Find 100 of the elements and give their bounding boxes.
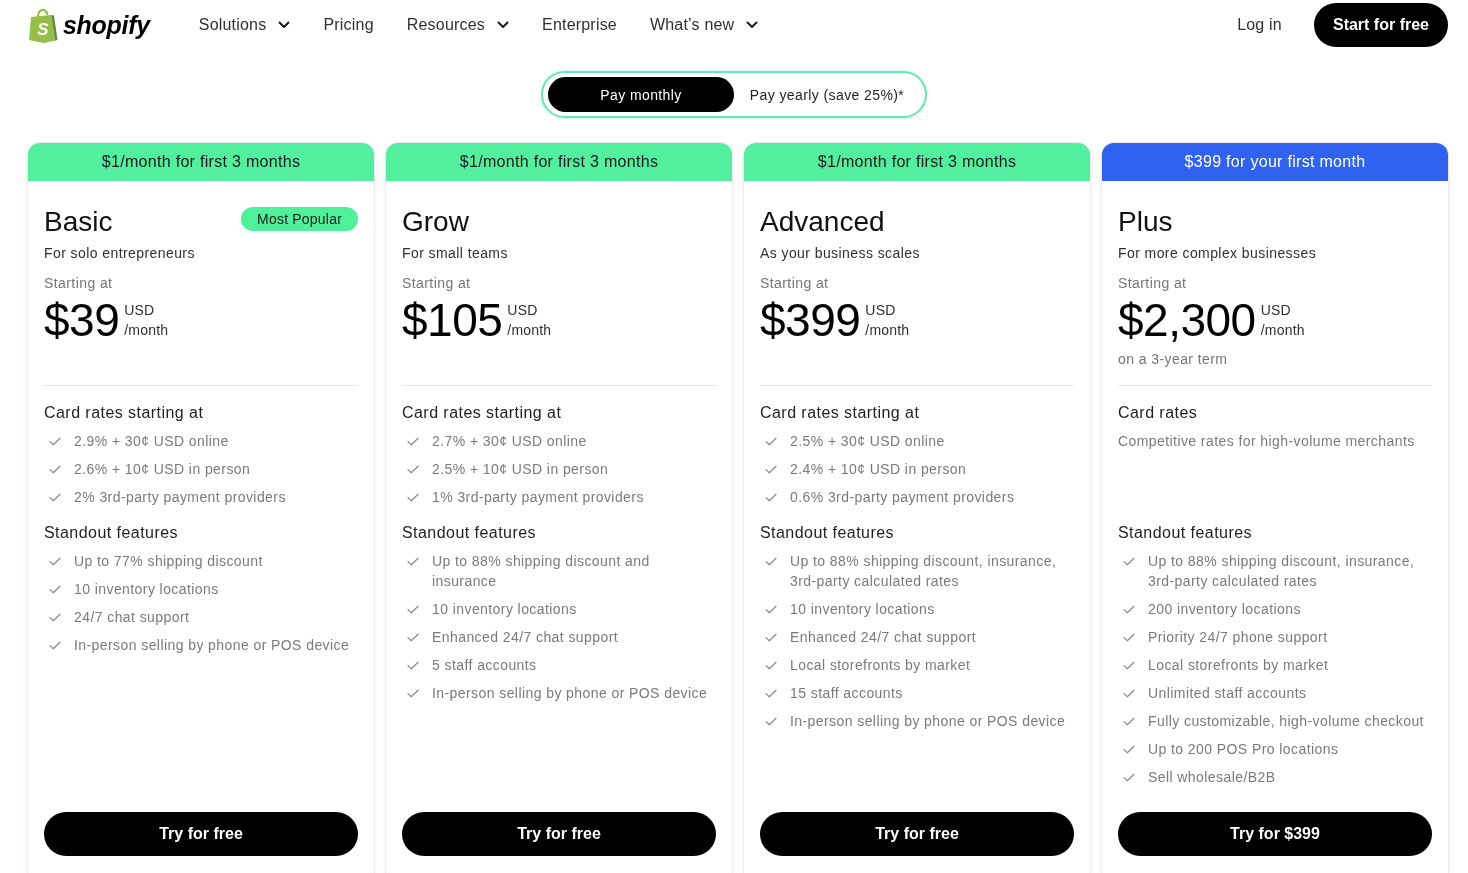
price-currency: USD xyxy=(1260,301,1292,320)
feature-text: Up to 77% shipping discount xyxy=(74,552,263,571)
feature-text: 24/7 chat support xyxy=(74,608,190,627)
check-icon xyxy=(49,641,61,650)
price-term: on a 3-year term xyxy=(1118,350,1229,369)
trial-button[interactable]: Try for free xyxy=(44,812,358,856)
price-amount: $39 xyxy=(44,295,120,345)
section-heading: Standout features xyxy=(402,523,537,543)
feature-text: Enhanced 24/7 chat support xyxy=(432,628,619,647)
feature-text: 15 staff accounts xyxy=(790,684,903,703)
section-heading: Card rates starting at xyxy=(402,403,563,423)
price-label: Starting at xyxy=(1118,274,1188,293)
rate-note: Competitive rates for high-volume merchants xyxy=(1118,432,1416,451)
check-icon xyxy=(1123,557,1135,566)
check-icon xyxy=(407,661,419,670)
check-icon xyxy=(765,633,777,642)
feature-text: 0.6% 3rd-party payment providers xyxy=(790,488,1015,507)
check-icon xyxy=(407,557,419,566)
nav-link[interactable]: Solutions xyxy=(198,10,291,40)
check-icon xyxy=(49,585,61,594)
logo-wordmark[interactable]: shopify xyxy=(63,10,150,40)
check-icon xyxy=(1123,689,1135,698)
feature-text: Sell wholesale/B2B xyxy=(1148,768,1276,787)
nav-link[interactable]: Enterprise xyxy=(542,10,617,40)
feature-text: 10 inventory locations xyxy=(432,600,577,619)
plan-name: Advanced xyxy=(760,205,885,239)
toggle-option[interactable]: Pay yearly (save 25%)* xyxy=(734,77,920,112)
check-icon xyxy=(407,493,419,502)
price-period: /month xyxy=(865,321,910,340)
check-icon xyxy=(407,605,419,614)
feature-text: Priority 24/7 phone support xyxy=(1148,628,1328,647)
check-icon xyxy=(49,437,61,446)
check-icon xyxy=(765,437,777,446)
check-icon xyxy=(765,557,777,566)
price-amount: $399 xyxy=(760,295,861,345)
price-label: Starting at xyxy=(760,274,830,293)
check-icon xyxy=(765,605,777,614)
feature-text: 2.5% + 30¢ USD online xyxy=(790,432,945,451)
feature-text: In-person selling by phone or POS device xyxy=(74,636,350,655)
promo-banner: $1/month for first 3 months xyxy=(28,143,374,181)
trial-button[interactable]: Try for $399 xyxy=(1118,812,1432,856)
check-icon xyxy=(1123,661,1135,670)
price-period: /month xyxy=(1260,321,1305,340)
price-amount: $105 xyxy=(402,295,503,345)
section-heading: Card rates starting at xyxy=(44,403,205,423)
section-heading: Card rates xyxy=(1118,403,1199,423)
feature-text: Enhanced 24/7 chat support xyxy=(790,628,977,647)
feature-text: 10 inventory locations xyxy=(790,600,935,619)
section-heading: Card rates starting at xyxy=(760,403,921,423)
price-amount: $2,300 xyxy=(1118,295,1256,345)
feature-text: 2% 3rd-party payment providers xyxy=(74,488,286,507)
feature-text: 2.9% + 30¢ USD online xyxy=(74,432,229,451)
price-period: /month xyxy=(124,321,169,340)
check-icon xyxy=(407,633,419,642)
price-currency: USD xyxy=(124,301,156,320)
nav-link[interactable]: What’s new xyxy=(649,10,759,40)
plan-name: Grow xyxy=(402,205,469,239)
trial-button[interactable]: Try for free xyxy=(402,812,716,856)
feature-text: Fully customizable, high-volume checkout xyxy=(1148,712,1424,731)
price-currency: USD xyxy=(507,301,539,320)
feature-text: Up to 88% shipping discount, insurance, 3rd-party calculated rates xyxy=(790,552,1058,591)
check-icon xyxy=(1123,745,1135,754)
feature-text: Up to 88% shipping discount, insurance, 3rd-party calculated rates xyxy=(1148,552,1416,591)
section-heading: Standout features xyxy=(1118,523,1253,543)
feature-text: Up to 88% shipping discount and insurance xyxy=(432,552,651,591)
check-icon xyxy=(765,661,777,670)
section-heading: Standout features xyxy=(760,523,895,543)
promo-banner: $399 for your first month xyxy=(1102,143,1448,181)
feature-text: 2.7% + 30¢ USD online xyxy=(432,432,587,451)
feature-text: 5 staff accounts xyxy=(432,656,537,675)
plan-tagline: For more complex businesses xyxy=(1118,244,1318,263)
check-icon xyxy=(49,557,61,566)
nav-link[interactable]: Pricing xyxy=(323,10,374,40)
feature-text: 2.5% + 10¢ USD in person xyxy=(432,460,609,479)
plan-tagline: For solo entrepreneurs xyxy=(44,244,196,263)
price-label: Starting at xyxy=(402,274,472,293)
feature-text: Local storefronts by market xyxy=(790,656,971,675)
check-icon xyxy=(1123,605,1135,614)
trial-button[interactable]: Try for free xyxy=(760,812,1074,856)
plan-name: Basic xyxy=(44,205,113,239)
price-period: /month xyxy=(507,321,552,340)
check-icon xyxy=(1123,633,1135,642)
login-link[interactable]: Log in xyxy=(1237,16,1282,34)
price-label: Starting at xyxy=(44,274,114,293)
feature-text: 2.4% + 10¢ USD in person xyxy=(790,460,967,479)
check-icon xyxy=(1123,717,1135,726)
promo-banner: $1/month for first 3 months xyxy=(744,143,1090,181)
toggle-option[interactable]: Pay monthly xyxy=(548,77,734,112)
check-icon xyxy=(49,613,61,622)
feature-text: 2.6% + 10¢ USD in person xyxy=(74,460,251,479)
feature-text: 10 inventory locations xyxy=(74,580,219,599)
nav-link[interactable]: Resources xyxy=(406,10,509,40)
check-icon xyxy=(765,689,777,698)
check-icon xyxy=(49,465,61,474)
feature-text: In-person selling by phone or POS device xyxy=(432,684,708,703)
section-heading: Standout features xyxy=(44,523,179,543)
check-icon xyxy=(1123,773,1135,782)
signup-button[interactable]: Start for free xyxy=(1313,3,1448,47)
promo-banner: $1/month for first 3 months xyxy=(386,143,732,181)
plan-tagline: As your business scales xyxy=(760,244,921,263)
